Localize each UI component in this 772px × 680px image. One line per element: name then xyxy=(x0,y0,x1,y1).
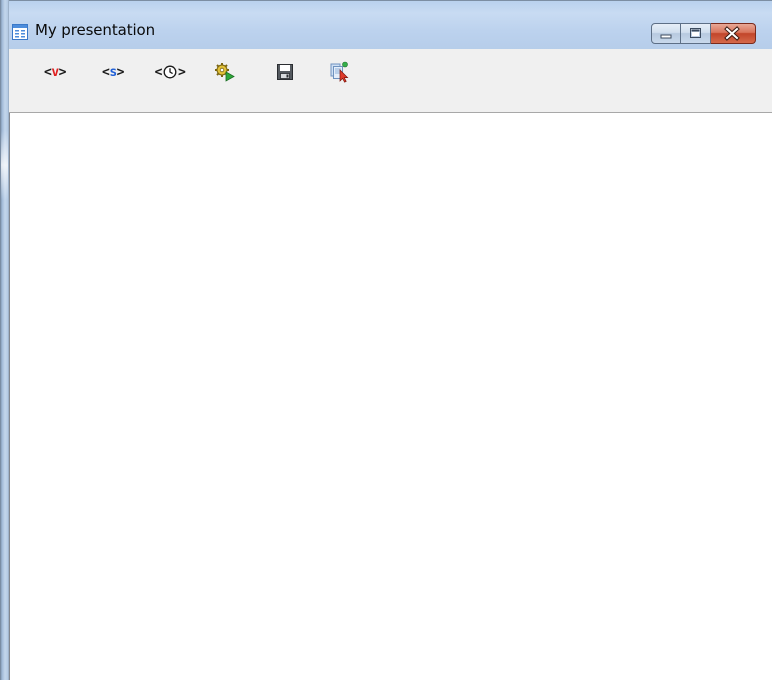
clock-icon xyxy=(163,65,177,79)
toolbar: <v> <s> < > xyxy=(9,49,772,113)
window-title: My presentation xyxy=(35,21,156,39)
timer-tag-close: > xyxy=(178,64,186,80)
source-tag-button[interactable]: <s> xyxy=(95,61,131,83)
title-bar[interactable]: My presentation xyxy=(0,0,772,49)
run-button[interactable] xyxy=(212,61,238,83)
close-button[interactable] xyxy=(711,23,756,44)
view-tag-icon: <v> xyxy=(44,64,67,80)
presentation-canvas[interactable] xyxy=(9,113,772,680)
presentation-window-icon[interactable] xyxy=(12,24,28,40)
maximize-button[interactable] xyxy=(681,23,711,44)
select-pointer-icon xyxy=(330,61,349,83)
source-tag-icon: <s> xyxy=(102,64,125,80)
window-frame-glare xyxy=(1,130,8,200)
view-tag-button[interactable]: <v> xyxy=(37,61,73,83)
minimize-button[interactable] xyxy=(651,23,681,44)
caption-buttons xyxy=(651,23,756,44)
gear-run-icon xyxy=(215,63,235,82)
presentation-window: My presentation <v> <s> < > xyxy=(0,0,772,680)
close-icon xyxy=(724,26,740,41)
maximize-icon xyxy=(690,28,701,38)
select-button[interactable] xyxy=(327,61,351,83)
timer-tag: < xyxy=(154,64,163,80)
minimize-icon xyxy=(660,34,672,39)
save-button[interactable] xyxy=(274,61,296,83)
timer-button[interactable]: < > xyxy=(152,61,188,83)
window-frame-left xyxy=(0,0,9,680)
floppy-disk-icon xyxy=(277,64,293,80)
